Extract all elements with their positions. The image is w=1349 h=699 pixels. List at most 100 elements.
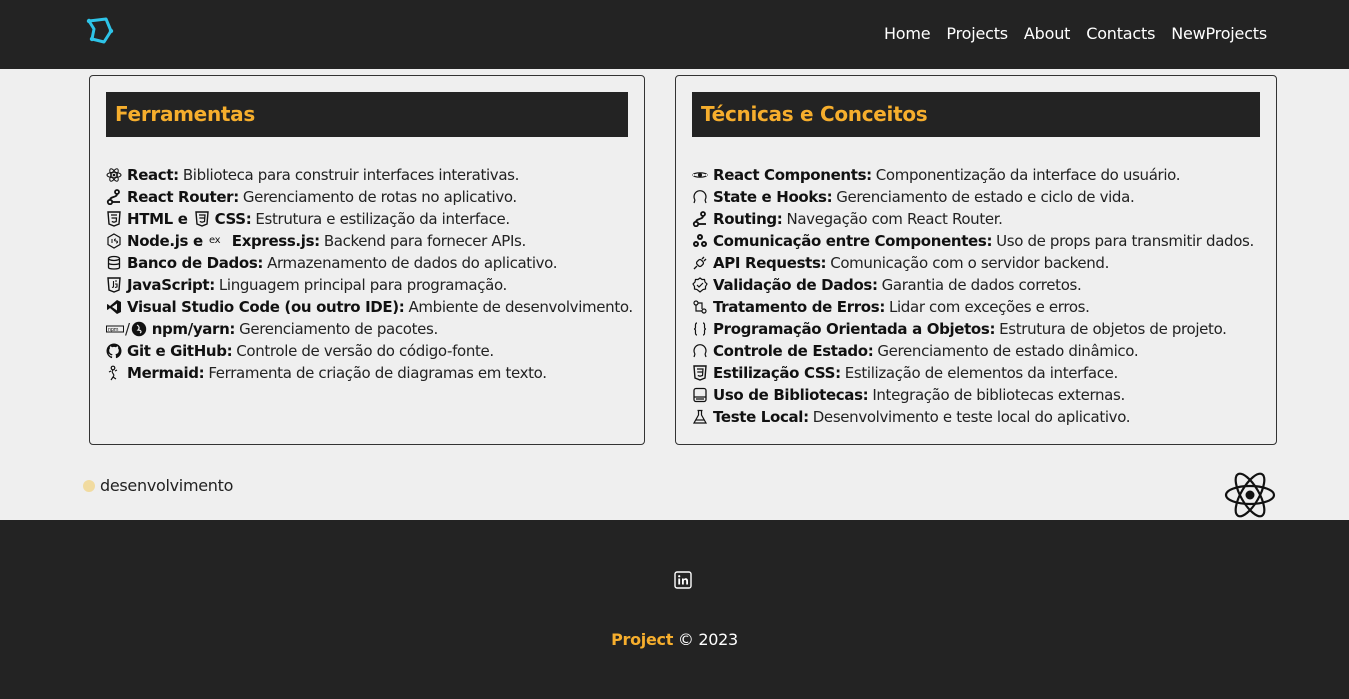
item-desc: Armazenamento de dados do aplicativo. — [267, 254, 558, 272]
nav-links: Home Projects About Contacts NewProjects — [884, 24, 1267, 43]
item-desc: Gerenciamento de rotas no aplicativo. — [242, 188, 517, 206]
item-desc: Backend para fornecer APIs. — [323, 232, 526, 250]
item-name: React Router: — [127, 188, 239, 206]
list-item: React Components: Componentização da int… — [692, 164, 1254, 186]
item-name: Git e GitHub: — [127, 342, 233, 360]
list-item: Comunicação entre Componentes: Uso de pr… — [692, 230, 1254, 252]
footer: Project © 2023 — [0, 520, 1349, 699]
item-name: Routing: — [713, 210, 783, 228]
list-item: React: Biblioteca para construir interfa… — [106, 164, 633, 186]
tools-card-header: Ferramentas — [106, 92, 628, 137]
npm-icon: npm — [106, 321, 124, 337]
item-name: API Requests: — [713, 254, 827, 272]
copyright: Project © 2023 — [0, 630, 1349, 649]
github-icon — [106, 343, 122, 359]
nav-link-about[interactable]: About — [1024, 24, 1071, 43]
item-desc: Ambiente de desenvolvimento. — [408, 298, 633, 316]
item-desc: Linguagem principal para programação. — [218, 276, 507, 294]
item-desc: Estrutura de objetos de projeto. — [999, 320, 1227, 338]
list-item: Git e GitHub: Controle de versão do códi… — [106, 340, 633, 362]
nav-link-contacts[interactable]: Contacts — [1086, 24, 1155, 43]
list-item: Controle de Estado: Gerenciamento de est… — [692, 340, 1254, 362]
concepts-title: Técnicas e Conceitos — [701, 102, 928, 126]
status-dot — [83, 479, 95, 492]
item-desc: Gerenciamento de estado e ciclo de vida. — [836, 188, 1135, 206]
library-icon — [692, 387, 708, 403]
item-desc: Controle de versão do código-fonte. — [236, 342, 494, 360]
network-icon — [692, 233, 708, 249]
list-item: Mermaid: Ferramenta de criação de diagra… — [106, 362, 633, 384]
item-name: JavaScript: — [127, 276, 215, 294]
yarn-icon — [131, 321, 147, 337]
badge-check-icon — [692, 277, 708, 293]
item-name: Validação de Dados: — [713, 276, 878, 294]
item-desc: Biblioteca para construir interfaces int… — [182, 166, 520, 184]
css3-icon — [194, 211, 210, 227]
item-name: npm/yarn: — [151, 320, 236, 338]
react-icon — [106, 167, 122, 183]
svg-text:npm: npm — [108, 327, 119, 333]
item-desc: Ferramenta de criação de diagramas em te… — [208, 364, 547, 382]
list-item: Programação Orientada a Objetos: Estrutu… — [692, 318, 1254, 340]
component-icon — [692, 167, 708, 183]
list-item: Tratamento de Erros: Lidar com exceções … — [692, 296, 1254, 318]
item-name-2: Express.js: — [231, 232, 320, 250]
html5-icon — [106, 211, 122, 227]
item-desc: Garantia de dados corretos. — [881, 276, 1082, 294]
item-name: Estilização CSS: — [713, 364, 841, 382]
database-icon — [106, 255, 122, 271]
nav-link-home[interactable]: Home — [884, 24, 931, 43]
react-logo-icon — [1224, 472, 1276, 518]
logo-icon[interactable] — [84, 17, 114, 47]
item-name: Tratamento de Erros: — [713, 298, 885, 316]
tools-title: Ferramentas — [115, 102, 255, 126]
router-icon — [106, 189, 122, 205]
item-desc: Estilização de elementos da interface. — [844, 364, 1118, 382]
concepts-card-header: Técnicas e Conceitos — [692, 92, 1260, 137]
list-item: State e Hooks: Gerenciamento de estado e… — [692, 186, 1254, 208]
item-desc: Uso de props para transmitir dados. — [996, 232, 1254, 250]
item-name: React Components: — [713, 166, 872, 184]
bug-icon — [692, 299, 708, 315]
refresh-icon — [692, 343, 708, 359]
item-name: Mermaid: — [127, 364, 205, 382]
tools-card: Ferramentas React: Biblioteca para const… — [89, 75, 645, 445]
list-item: Visual Studio Code (ou outro IDE): Ambie… — [106, 296, 633, 318]
status-indicator: desenvolvimento — [83, 476, 233, 495]
css3-icon — [692, 365, 708, 381]
navbar: Home Projects About Contacts NewProjects — [0, 0, 1349, 69]
list-item: npm / npm/yarn: Gerenciamento de pacotes… — [106, 318, 633, 340]
item-name: Visual Studio Code (ou outro IDE): — [127, 298, 405, 316]
route-icon — [692, 211, 708, 227]
item-desc: Componentização da interface do usuário. — [875, 166, 1181, 184]
mermaid-icon — [106, 365, 122, 381]
linkedin-icon[interactable] — [674, 571, 692, 589]
item-desc: Comunicação com o servidor backend. — [830, 254, 1109, 272]
concepts-list: React Components: Componentização da int… — [692, 164, 1254, 428]
item-name: Comunicação entre Componentes: — [713, 232, 993, 250]
footer-brand[interactable]: Project — [611, 630, 673, 649]
list-item: Node.js e ex Express.js: Backend para fo… — [106, 230, 633, 252]
nav-link-newprojects[interactable]: NewProjects — [1171, 24, 1267, 43]
list-item: Banco de Dados: Armazenamento de dados d… — [106, 252, 633, 274]
item-name: Programação Orientada a Objetos: — [713, 320, 996, 338]
javascript-icon — [106, 277, 122, 293]
plug-icon — [692, 255, 708, 271]
list-item: HTML e CSS: Estrutura e estilização da i… — [106, 208, 633, 230]
list-item: Estilização CSS: Estilização de elemento… — [692, 362, 1254, 384]
list-item: API Requests: Comunicação com o servidor… — [692, 252, 1254, 274]
flask-icon — [692, 409, 708, 425]
list-item: Uso de Bibliotecas: Integração de biblio… — [692, 384, 1254, 406]
item-name: Banco de Dados: — [127, 254, 264, 272]
item-desc: Gerenciamento de estado dinâmico. — [877, 342, 1139, 360]
item-name: HTML e — [127, 210, 188, 228]
nav-link-projects[interactable]: Projects — [946, 24, 1008, 43]
svg-text:ex: ex — [209, 235, 221, 246]
nodejs-icon — [106, 233, 122, 249]
item-desc: Estrutura e estilização da interface. — [255, 210, 510, 228]
item-desc: Integração de bibliotecas externas. — [872, 386, 1125, 404]
vscode-icon — [106, 299, 122, 315]
tools-list: React: Biblioteca para construir interfa… — [106, 164, 633, 384]
braces-icon — [692, 321, 708, 337]
list-item: Routing: Navegação com React Router. — [692, 208, 1254, 230]
